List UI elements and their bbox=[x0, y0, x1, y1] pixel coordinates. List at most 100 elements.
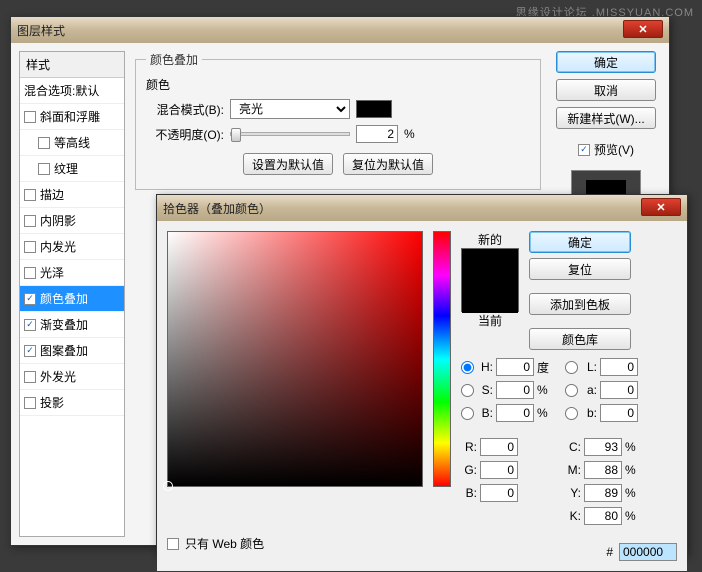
layer-styles-titlebar[interactable]: 图层样式 ✕ bbox=[11, 17, 669, 43]
b-input[interactable] bbox=[600, 404, 638, 422]
style-item-7[interactable]: 颜色叠加 bbox=[20, 286, 124, 312]
panel-sub: 颜色 bbox=[146, 76, 530, 93]
picker-ok-button[interactable]: 确定 bbox=[529, 231, 631, 253]
layer-styles-title: 图层样式 bbox=[17, 22, 65, 39]
new-current-preview: 新的 当前 bbox=[461, 231, 519, 350]
style-label: 颜色叠加 bbox=[40, 290, 88, 307]
style-item-9[interactable]: 图案叠加 bbox=[20, 338, 124, 364]
style-label: 渐变叠加 bbox=[40, 316, 88, 333]
style-label: 斜面和浮雕 bbox=[40, 108, 100, 125]
styles-header: 样式 bbox=[20, 52, 124, 78]
color-picker-titlebar[interactable]: 拾色器（叠加颜色） ✕ bbox=[157, 195, 687, 221]
bc-input[interactable] bbox=[480, 484, 518, 502]
ok-button[interactable]: 确定 bbox=[556, 51, 656, 73]
style-label: 外发光 bbox=[40, 368, 76, 385]
blend-defaults-row[interactable]: 混合选项:默认 bbox=[20, 78, 124, 104]
style-label: 图案叠加 bbox=[40, 342, 88, 359]
picker-reset-button[interactable]: 复位 bbox=[529, 258, 631, 280]
hex-input[interactable] bbox=[619, 543, 677, 561]
style-item-0[interactable]: 斜面和浮雕 bbox=[20, 104, 124, 130]
style-checkbox[interactable] bbox=[24, 189, 36, 201]
new-label: 新的 bbox=[478, 231, 502, 248]
blend-mode-select[interactable]: 亮光 bbox=[230, 99, 350, 119]
style-checkbox[interactable] bbox=[24, 111, 36, 123]
only-web-label: 只有 Web 颜色 bbox=[185, 535, 264, 552]
style-item-5[interactable]: 内发光 bbox=[20, 234, 124, 260]
r-input[interactable] bbox=[480, 438, 518, 456]
preview-checkbox[interactable] bbox=[578, 144, 590, 156]
style-item-2[interactable]: 纹理 bbox=[20, 156, 124, 182]
style-checkbox[interactable] bbox=[38, 163, 50, 175]
blend-mode-label: 混合模式(B): bbox=[146, 101, 224, 118]
style-item-10[interactable]: 外发光 bbox=[20, 364, 124, 390]
only-web-checkbox[interactable] bbox=[167, 538, 179, 550]
h-radio[interactable] bbox=[461, 361, 474, 374]
k-input[interactable] bbox=[584, 507, 622, 525]
color-swatch[interactable] bbox=[356, 100, 392, 118]
style-checkbox[interactable] bbox=[38, 137, 50, 149]
style-label: 纹理 bbox=[54, 160, 78, 177]
style-item-1[interactable]: 等高线 bbox=[20, 130, 124, 156]
opacity-label: 不透明度(O): bbox=[146, 126, 224, 143]
add-swatch-button[interactable]: 添加到色板 bbox=[529, 293, 631, 315]
color-picker-title: 拾色器（叠加颜色） bbox=[163, 200, 271, 217]
style-item-6[interactable]: 光泽 bbox=[20, 260, 124, 286]
opacity-input[interactable] bbox=[356, 125, 398, 143]
a-radio[interactable] bbox=[565, 384, 578, 397]
m-input[interactable] bbox=[584, 461, 622, 479]
style-checkbox[interactable] bbox=[24, 267, 36, 279]
reset-default-button[interactable]: 复位为默认值 bbox=[343, 153, 433, 175]
style-checkbox[interactable] bbox=[24, 293, 36, 305]
s-radio[interactable] bbox=[461, 384, 474, 397]
l-radio[interactable] bbox=[565, 361, 578, 374]
new-style-button[interactable]: 新建样式(W)... bbox=[556, 107, 656, 129]
style-checkbox[interactable] bbox=[24, 345, 36, 357]
style-item-3[interactable]: 描边 bbox=[20, 182, 124, 208]
slider-thumb[interactable] bbox=[231, 128, 241, 142]
bv-radio[interactable] bbox=[461, 407, 474, 420]
style-checkbox[interactable] bbox=[24, 397, 36, 409]
bv-input[interactable] bbox=[496, 404, 534, 422]
current-color-swatch bbox=[462, 281, 518, 313]
color-picker-window: 拾色器（叠加颜色） ✕ 新的 当前 确定 复位 添加到色板 颜色库 bbox=[156, 194, 688, 556]
hue-slider[interactable] bbox=[433, 231, 451, 487]
current-label: 当前 bbox=[478, 312, 502, 329]
preview-label: 预览(V) bbox=[594, 141, 634, 158]
cancel-button[interactable]: 取消 bbox=[556, 79, 656, 101]
hsb-column: H:度 S:% B:% R: G: B: bbox=[461, 358, 551, 525]
style-label: 内发光 bbox=[40, 238, 76, 255]
s-input[interactable] bbox=[496, 381, 534, 399]
style-checkbox[interactable] bbox=[24, 241, 36, 253]
color-lib-button[interactable]: 颜色库 bbox=[529, 328, 631, 350]
close-icon[interactable]: ✕ bbox=[623, 20, 663, 38]
b-radio[interactable] bbox=[565, 407, 578, 420]
a-input[interactable] bbox=[600, 381, 638, 399]
close-icon[interactable]: ✕ bbox=[641, 198, 681, 216]
styles-list: 样式 混合选项:默认 斜面和浮雕等高线纹理描边内阴影内发光光泽颜色叠加渐变叠加图… bbox=[19, 51, 125, 537]
opacity-unit: % bbox=[404, 127, 415, 141]
h-input[interactable] bbox=[496, 358, 534, 376]
c-input[interactable] bbox=[584, 438, 622, 456]
new-color-swatch bbox=[462, 249, 518, 281]
style-label: 描边 bbox=[40, 186, 64, 203]
panel-title: 颜色叠加 bbox=[146, 51, 202, 68]
style-item-4[interactable]: 内阴影 bbox=[20, 208, 124, 234]
style-label: 等高线 bbox=[54, 134, 90, 151]
saturation-brightness-field[interactable] bbox=[167, 231, 423, 487]
style-item-8[interactable]: 渐变叠加 bbox=[20, 312, 124, 338]
opacity-slider[interactable] bbox=[230, 132, 350, 136]
style-label: 内阴影 bbox=[40, 212, 76, 229]
style-checkbox[interactable] bbox=[24, 319, 36, 331]
hex-label: # bbox=[606, 545, 613, 559]
style-label: 光泽 bbox=[40, 264, 64, 281]
y-input[interactable] bbox=[584, 484, 622, 502]
style-checkbox[interactable] bbox=[24, 371, 36, 383]
color-cursor-icon[interactable] bbox=[163, 481, 173, 491]
g-input[interactable] bbox=[480, 461, 518, 479]
color-overlay-group: 颜色叠加 颜色 混合模式(B): 亮光 不透明度(O): % 设置为默认值 复位… bbox=[135, 51, 541, 190]
set-default-button[interactable]: 设置为默认值 bbox=[243, 153, 333, 175]
style-item-11[interactable]: 投影 bbox=[20, 390, 124, 416]
style-label: 投影 bbox=[40, 394, 64, 411]
style-checkbox[interactable] bbox=[24, 215, 36, 227]
l-input[interactable] bbox=[600, 358, 638, 376]
